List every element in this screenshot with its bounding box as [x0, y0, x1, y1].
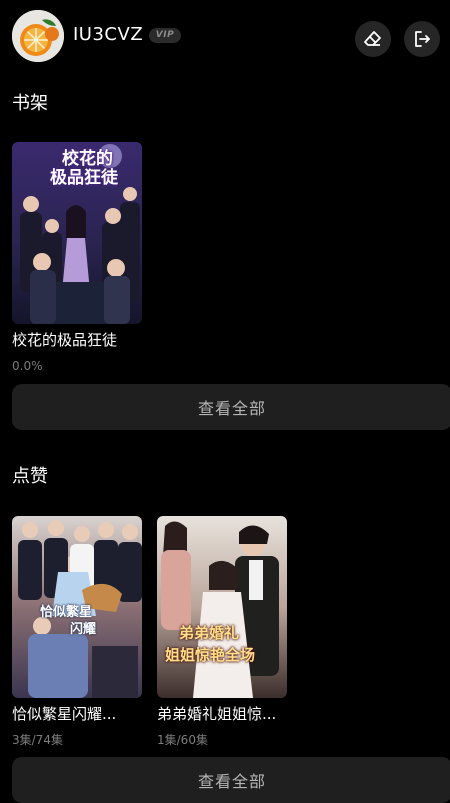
book-cover-illustration — [157, 516, 287, 698]
orange-slice-avatar-icon — [12, 10, 64, 62]
book-cover[interactable]: 恰似繁星 闪耀 — [12, 516, 142, 698]
vip-badge: VIP — [149, 28, 181, 43]
clear-history-button[interactable] — [355, 21, 391, 57]
book-title: 恰似繁星闪耀... — [12, 705, 117, 723]
liked-book-card[interactable]: 弟弟婚礼 姐姐惊艳全场 弟弟婚礼姐姐惊... 1集/60集 — [157, 516, 287, 748]
bookshelf-book-card[interactable]: 校花的 极品狂徒 校花的极品狂徒 0.0% — [12, 142, 142, 374]
profile-header: IU3CVZ VIP — [0, 0, 450, 78]
logout-button[interactable] — [404, 21, 440, 57]
reading-progress: 0.0% — [12, 359, 43, 373]
logout-icon — [415, 31, 430, 47]
likes-view-all-button[interactable]: 查看全部 — [12, 757, 450, 803]
book-cover[interactable]: 校花的 极品狂徒 — [12, 142, 142, 324]
eraser-icon — [364, 31, 381, 46]
book-title: 弟弟婚礼姐姐惊... — [157, 705, 277, 723]
bookshelf-title: 书架 — [12, 93, 48, 114]
book-cover[interactable]: 弟弟婚礼 姐姐惊艳全场 — [157, 516, 287, 698]
book-cover-title: 恰似繁星 闪耀 — [40, 605, 97, 637]
episode-progress: 1集/60集 — [157, 733, 208, 747]
bookshelf-view-all-button[interactable]: 查看全部 — [12, 384, 450, 430]
likes-title: 点赞 — [12, 466, 48, 487]
username: IU3CVZ — [73, 24, 144, 45]
liked-book-card[interactable]: 恰似繁星 闪耀 恰似繁星闪耀... 3集/74集 — [12, 516, 142, 748]
episode-progress: 3集/74集 — [12, 733, 63, 747]
user-avatar[interactable] — [12, 10, 64, 62]
book-cover-title: 弟弟婚礼 姐姐惊艳全场 — [165, 624, 256, 664]
book-cover-title: 校花的 极品狂徒 — [50, 149, 118, 188]
book-title: 校花的极品狂徒 — [12, 331, 118, 349]
